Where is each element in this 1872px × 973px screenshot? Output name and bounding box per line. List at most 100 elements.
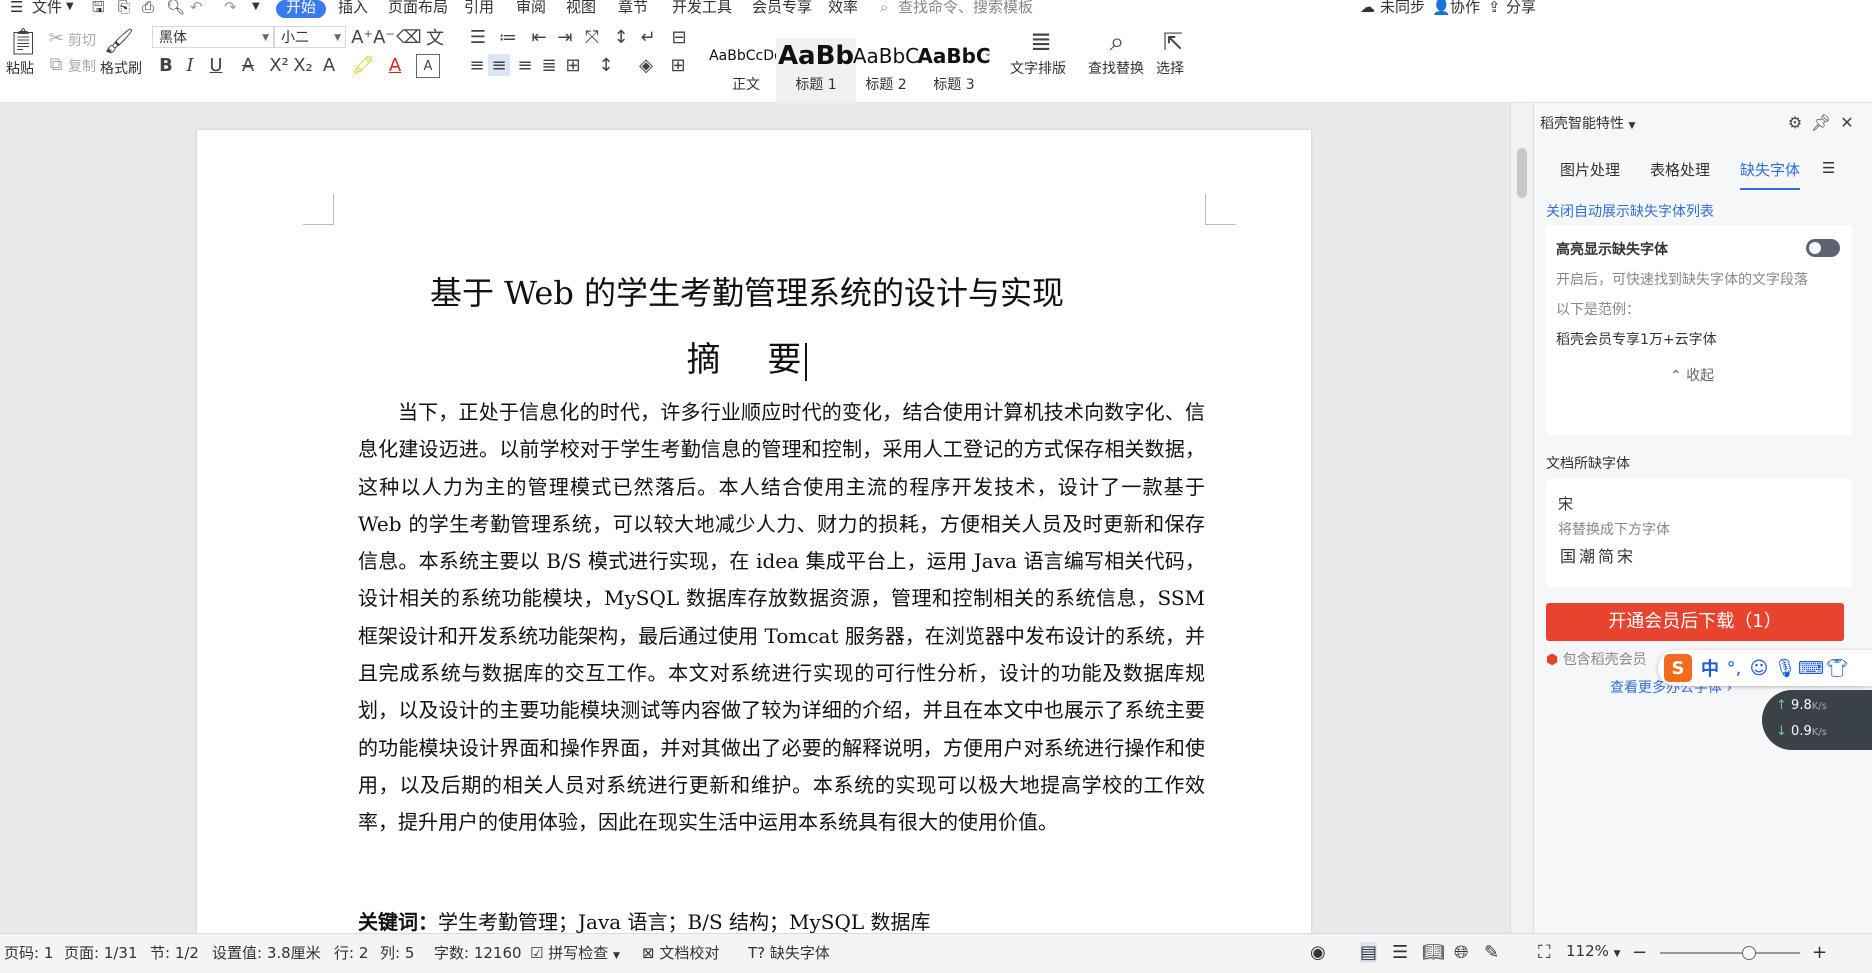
print-icon[interactable]: ⎙ [142, 0, 154, 18]
zoom-level[interactable]: 112% ▼ [1566, 942, 1621, 960]
tab-developer[interactable]: 开发工具 [672, 0, 732, 18]
select-button[interactable]: 选择 [1156, 58, 1184, 78]
export-icon[interactable]: ⎘ [118, 0, 130, 18]
styles-more-icon[interactable]: ⌄ [982, 28, 994, 78]
pin-icon[interactable]: 📌︎ [1810, 111, 1832, 133]
command-search[interactable]: 查找命令、搜索模板 [898, 0, 1033, 18]
tab-page-layout[interactable]: 页面布局 [388, 0, 448, 18]
format-painter-icon[interactable]: 🖌︎ [104, 26, 134, 56]
phonetic-guide-icon[interactable]: 文 [422, 26, 448, 49]
text-effect-icon[interactable]: A [318, 54, 340, 76]
font-color-icon[interactable]: A [384, 54, 406, 76]
chinese-layout-icon[interactable]: ⤧ [580, 26, 604, 48]
redo-icon[interactable]: ↷ [224, 0, 237, 18]
paste-icon[interactable]: 📋︎ [7, 26, 40, 58]
find-replace-icon[interactable]: ⌕ [1100, 26, 1134, 58]
format-painter-button[interactable]: 格式刷 [100, 58, 142, 78]
page-indicator[interactable]: 页面: 1/31 [64, 942, 138, 963]
ime-mode[interactable]: 中 [1698, 656, 1722, 680]
punctuation-icon[interactable]: °, [1724, 656, 1744, 680]
menu-file[interactable]: 文件 [32, 0, 62, 18]
missing-font-card[interactable]: 宋 将替换成下方字体 国潮简宋 [1546, 479, 1852, 587]
style-heading-1[interactable]: AaBb 标题 1 [776, 38, 856, 104]
superscript-icon[interactable]: X² [268, 54, 290, 76]
tab-references[interactable]: 引用 [464, 0, 494, 18]
subscript-icon[interactable]: X₂ [292, 54, 314, 76]
outline-view-icon[interactable]: ☰ [1392, 942, 1408, 963]
eye-protection-icon[interactable]: ◉ [1310, 942, 1326, 963]
align-center-icon[interactable]: ≡ [488, 54, 510, 76]
collab-button[interactable]: 协作 [1450, 0, 1480, 18]
tab-missing-fonts[interactable]: 缺失字体 [1740, 159, 1801, 190]
paste-button[interactable]: 粘贴 [6, 58, 34, 78]
spellcheck-button[interactable]: ☑ 拼写检查 ▼ [530, 942, 620, 963]
zoom-in-icon[interactable]: + [1812, 942, 1827, 963]
char-border-icon[interactable]: A [416, 54, 440, 78]
chevron-down-icon[interactable]: ▼ [66, 0, 74, 18]
missing-font-button[interactable]: T? 缺失字体 [748, 942, 830, 963]
tab-review[interactable]: 审阅 [516, 0, 546, 18]
tab-image-processing[interactable]: 图片处理 [1560, 159, 1620, 180]
column-indicator[interactable]: 列: 5 [380, 942, 414, 963]
hamburger-icon[interactable]: ☰ [10, 0, 23, 18]
section-indicator[interactable]: 节: 1/2 [150, 942, 199, 963]
ime-toolbar[interactable]: S 中 °, ☺ 🎙︎ ⌨ 👕︎ [1658, 650, 1872, 686]
justify-icon[interactable]: ≣ [538, 54, 560, 76]
keywords-line[interactable]: 关键词：学生考勤管理；Java 语言；B/S 结构；MySQL 数据库 [358, 906, 1205, 933]
style-normal[interactable]: AaBbCcDd 正文 [706, 38, 786, 104]
find-replace-button[interactable]: 查找替换 [1088, 58, 1144, 78]
page-code[interactable]: 页码: 1 [4, 942, 53, 963]
share-icon[interactable]: ⇪ [1488, 0, 1501, 18]
word-count[interactable]: 字数: 12160 [434, 942, 522, 963]
zoom-slider-knob[interactable] [1742, 946, 1756, 960]
tab-member[interactable]: 会员专享 [752, 0, 812, 18]
row-indicator[interactable]: 行: 2 [334, 942, 368, 963]
reading-view-icon[interactable]: 📖︎ [1422, 942, 1445, 963]
font-size-select[interactable]: 小二 ▼ [274, 26, 346, 48]
tab-insert[interactable]: 插入 [338, 0, 368, 18]
select-cursor-icon[interactable]: ⇱ [1160, 26, 1186, 58]
tab-home[interactable]: 开始 [276, 0, 327, 18]
tab-table-processing[interactable]: 表格处理 [1650, 159, 1710, 180]
share-button[interactable]: 分享 [1506, 0, 1536, 18]
tab-chapter[interactable]: 章节 [618, 0, 648, 18]
microphone-icon[interactable]: 🎙︎ [1774, 656, 1797, 680]
document-title[interactable]: 基于 Web 的学生考勤管理系统的设计与实现 [197, 268, 1297, 314]
scrollbar-thumb[interactable] [1517, 148, 1527, 198]
cut-button[interactable]: 剪切 [68, 30, 96, 50]
panel-menu-icon[interactable]: ☰ [1822, 159, 1835, 177]
document-page[interactable]: 基于 Web 的学生考勤管理系统的设计与实现 摘 要 当下，正处于信息化的时代，… [197, 130, 1311, 933]
font-name-select[interactable]: 黑体 ▼ [152, 26, 274, 48]
undo-icon[interactable]: ↶ [190, 0, 203, 18]
print-preview-icon[interactable]: 🔍︎ [166, 0, 185, 18]
highlight-icon[interactable]: 🖍︎ [350, 54, 376, 76]
copy-icon[interactable]: ⧉ [46, 54, 66, 75]
setting-value[interactable]: 设置值: 3.8厘米 [212, 942, 321, 963]
numbered-list-icon[interactable]: ≔ [496, 26, 520, 48]
borders-icon[interactable]: ⊞ [666, 54, 690, 76]
underline-icon[interactable]: U [204, 54, 228, 76]
keyboard-icon[interactable]: ⌨ [1798, 656, 1824, 680]
zoom-slider[interactable] [1660, 946, 1800, 960]
align-left-icon[interactable]: ≡ [466, 54, 488, 76]
search-icon[interactable]: ⌕ [880, 0, 888, 18]
copy-button[interactable]: 复制 [68, 56, 96, 76]
write-mode-icon[interactable]: ✎ [1484, 942, 1499, 963]
highlight-toggle[interactable] [1806, 239, 1840, 257]
text-layout-button[interactable]: 文字排版 [1010, 58, 1066, 78]
distribute-icon[interactable]: ⊞ [562, 54, 584, 76]
document-subtitle[interactable]: 摘 要 [197, 332, 1297, 381]
bullet-list-icon[interactable]: ☰ [466, 26, 490, 48]
line-spacing-icon[interactable]: ↕ [594, 54, 618, 76]
collapse-button[interactable]: ⌃ 收起 [1670, 365, 1714, 385]
shrink-font-icon[interactable]: A⁻ [373, 26, 395, 48]
settings-icon[interactable]: ⚙ [1784, 111, 1806, 133]
text-layout-icon[interactable]: ≣ [1024, 26, 1058, 58]
strikethrough-icon[interactable]: A [236, 54, 260, 76]
close-icon[interactable]: ✕ [1836, 111, 1858, 133]
save-icon[interactable]: 🖫 [92, 0, 105, 18]
download-font-button[interactable]: 开通会员后下载（1） [1546, 603, 1844, 641]
clear-format-icon[interactable]: ⌫ [396, 26, 421, 48]
grow-font-icon[interactable]: A⁺ [351, 26, 373, 48]
align-right-icon[interactable]: ≡ [514, 54, 536, 76]
